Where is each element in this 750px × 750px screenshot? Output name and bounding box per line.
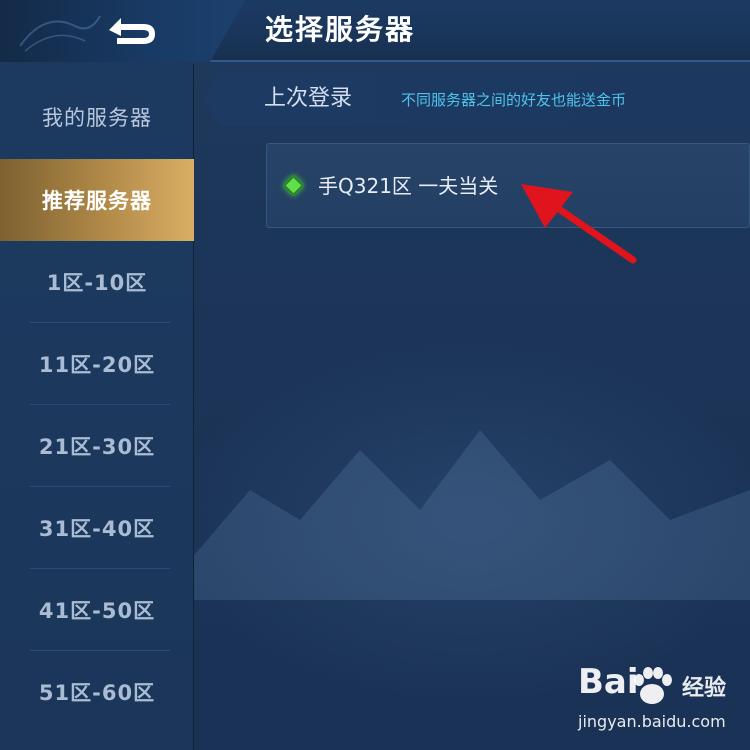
sidebar-item-label: 41区-50区 xyxy=(38,599,156,623)
sidebar-item-label: 31区-40区 xyxy=(38,517,156,541)
sidebar-item-my-servers[interactable]: 我的服务器 xyxy=(0,76,194,158)
sidebar-item-recommended[interactable]: 推荐服务器 xyxy=(0,159,194,241)
server-category-sidebar: 我的服务器 推荐服务器 1区-10区 11区-20区 21区-30区 31区-4… xyxy=(0,64,194,750)
sidebar-item-zone-51-60[interactable]: 51区-60区 xyxy=(0,651,194,733)
section-title: 上次登录 xyxy=(264,86,353,111)
red-arrow-icon xyxy=(521,184,637,264)
sidebar-item-label: 1区-10区 xyxy=(46,271,148,295)
sidebar-item-label: 我的服务器 xyxy=(42,106,152,130)
sidebar-item-zone-21-30[interactable]: 21区-30区 xyxy=(0,405,194,487)
header-ornament-icon xyxy=(19,15,101,52)
sidebar-item-zone-31-40[interactable]: 31区-40区 xyxy=(0,487,194,569)
sidebar-item-zone-1-10[interactable]: 1区-10区 xyxy=(0,241,194,323)
server-name: 手Q321区 一夫当关 xyxy=(318,174,499,198)
sidebar-item-zone-41-50[interactable]: 41区-50区 xyxy=(0,569,194,651)
watermark-brand: 经验 xyxy=(682,676,727,701)
game-screen: 选择服务器 我的服务器 推荐服务器 1区-10区 11区-20区 21区-30区… xyxy=(0,0,750,750)
back-arrow-icon[interactable] xyxy=(103,10,163,50)
watermark-url: jingyan.baidu.com xyxy=(578,712,726,731)
paw-icon xyxy=(634,667,672,704)
sidebar-item-label: 21区-30区 xyxy=(38,435,156,459)
baidu-jingyan-watermark: Bai 经验 jingyan.baidu.com xyxy=(560,660,740,740)
section-hint: 不同服务器之间的好友也能送金币 xyxy=(401,91,627,109)
sidebar-item-label: 51区-60区 xyxy=(38,681,156,705)
sidebar-item-label: 11区-20区 xyxy=(38,353,156,377)
sidebar-item-zone-11-20[interactable]: 11区-20区 xyxy=(0,323,194,405)
mountain-background-decoration xyxy=(190,430,750,600)
top-bar: 选择服务器 xyxy=(0,0,750,62)
page-title: 选择服务器 xyxy=(265,13,416,46)
sidebar-item-label: 推荐服务器 xyxy=(42,189,152,213)
